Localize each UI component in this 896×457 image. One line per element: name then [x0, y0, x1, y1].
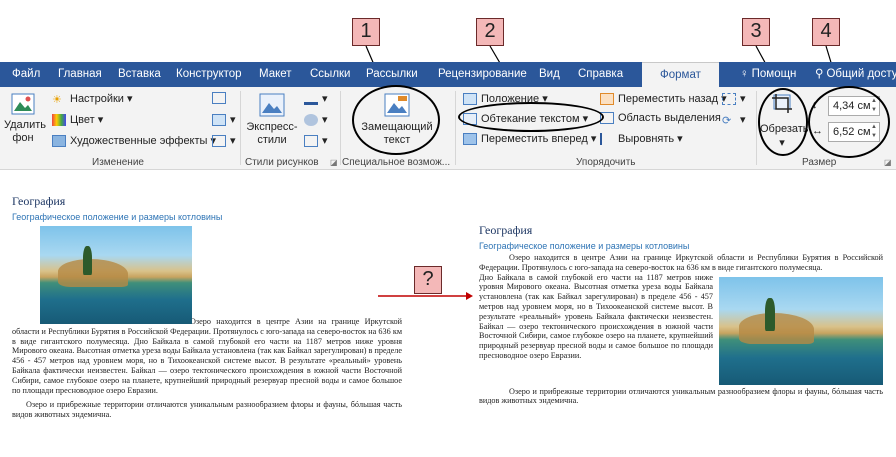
tab-layout[interactable]: Макет [259, 62, 292, 87]
tab-home[interactable]: Главная [58, 62, 102, 87]
tab-review[interactable]: Рецензирование [438, 62, 527, 87]
tell-me-label: Помощн [751, 68, 797, 80]
sun-icon: ☀ [52, 93, 62, 106]
quick-styles-icon [259, 93, 285, 117]
picture-border-button[interactable]: ▾ [304, 92, 328, 105]
position-icon [463, 92, 477, 105]
paragraph-2: Озеро и прибрежные территории отличаются… [479, 386, 883, 406]
change-picture-button[interactable]: ▾ [212, 113, 236, 126]
tab-insert[interactable]: Вставка [118, 62, 161, 87]
separator [340, 91, 341, 165]
artistic-effects-label: Художественные эффекты [70, 134, 208, 147]
document-subtitle: Географическое положение и размеры котло… [12, 212, 223, 222]
tab-help[interactable]: Справка [578, 62, 623, 87]
callout-question: ? [414, 266, 442, 294]
color-button[interactable]: Цвет ▾ [52, 113, 103, 126]
document-subtitle: Географическое положение и размеры котло… [479, 241, 690, 251]
align-label: Выровнять [618, 132, 675, 145]
lake-photo[interactable] [40, 226, 192, 324]
group-label-picture-styles: Стили рисунков [245, 157, 319, 168]
tab-view[interactable]: Вид [539, 62, 560, 87]
selection-pane-label: Область выделения [618, 112, 721, 124]
highlight-size [808, 86, 890, 158]
color-palette-icon [52, 113, 66, 126]
separator [756, 91, 757, 165]
separator [455, 91, 456, 165]
highlight-alt-text [352, 85, 440, 155]
picture-styles-launcher-icon[interactable]: ◪ [330, 158, 338, 167]
group-label-arrange: Упорядочить [576, 157, 636, 168]
tab-format[interactable]: Формат [642, 62, 719, 87]
separator [240, 91, 241, 165]
group-label-accessibility: Специальное возмож... [342, 157, 451, 168]
group-label-change: Изменение [92, 157, 144, 168]
compress-pictures-button[interactable] [212, 92, 230, 104]
lightbulb-icon: ♀ [740, 68, 749, 80]
corrections-button[interactable]: ☀ Настройки ▾ [52, 92, 133, 106]
document-before: География Географическое положение и раз… [12, 194, 402, 420]
paragraph-1: Озеро находится в центре Азии на границе… [12, 317, 402, 395]
tab-design[interactable]: Конструктор [176, 62, 242, 87]
tab-share[interactable]: ⚲ Общий досту [815, 62, 896, 87]
selection-pane-button[interactable]: Область выделения [600, 112, 721, 124]
quick-styles-label: Экспресс- стили [246, 121, 298, 146]
artistic-effects-icon [52, 134, 66, 147]
send-backward-button[interactable]: Переместить назад ▾ [600, 92, 727, 105]
bring-forward-label: Переместить вперед [481, 132, 588, 145]
layout-icon [304, 134, 318, 147]
align-button[interactable]: Выровнять ▾ [600, 132, 683, 145]
bring-forward-button[interactable]: Переместить вперед ▾ [463, 132, 596, 145]
artistic-effects-button[interactable]: Художественные эффекты ▾ [52, 134, 216, 147]
align-icon [600, 132, 614, 145]
tab-tell-me[interactable]: ♀ Помощн [740, 62, 796, 87]
send-backward-label: Переместить назад [618, 92, 719, 105]
tab-file[interactable]: Файл [12, 62, 40, 87]
group-icon [722, 92, 736, 105]
callout-3: 3 [742, 18, 770, 46]
pen-icon [304, 93, 318, 105]
size-launcher-icon[interactable]: ◪ [884, 158, 892, 167]
send-backward-icon [600, 92, 614, 105]
group-label-size: Размер [802, 157, 837, 168]
quick-styles-button[interactable]: Экспресс- стили [246, 91, 298, 153]
callout-1: 1 [352, 18, 380, 46]
effects-icon [304, 113, 318, 126]
document-after: География Географическое положение и раз… [479, 223, 883, 406]
color-label: Цвет [70, 113, 95, 126]
paragraph-2: Озеро и прибрежные территории отличаются… [12, 400, 402, 420]
highlight-crop [758, 88, 808, 156]
picture-effects-button[interactable]: ▾ [304, 113, 328, 126]
reset-picture-button[interactable]: ▾ [212, 134, 236, 147]
remove-background-icon [11, 93, 35, 115]
callout-4: 4 [812, 18, 840, 46]
document-title: География [479, 223, 533, 237]
lake-photo[interactable] [719, 276, 883, 385]
tab-mailings[interactable]: Рассылки [366, 62, 418, 87]
ribbon-tab-bar: Файл Главная Вставка Конструктор Макет С… [0, 62, 896, 87]
compress-icon [212, 92, 226, 104]
document-title: География [12, 194, 66, 208]
callout-2: 2 [476, 18, 504, 46]
reset-picture-icon [212, 134, 226, 147]
remove-background-button[interactable]: Удалить фон [4, 91, 46, 153]
group-objects-button[interactable]: ▾ [722, 92, 746, 105]
share-label: Общий досту [826, 68, 896, 80]
rotate-icon: ⟳ [722, 114, 732, 127]
remove-background-label: Удалить фон [4, 119, 46, 144]
person-icon: ⚲ [815, 68, 824, 80]
change-picture-icon [212, 113, 226, 126]
paragraph-1-top: Озеро находится в центре Азии на границе… [479, 253, 883, 272]
highlight-wrap-text [458, 102, 604, 132]
bring-forward-icon [463, 132, 477, 145]
tab-references[interactable]: Ссылки [310, 62, 351, 87]
rotate-button[interactable]: ⟳ ▾ [722, 113, 746, 127]
picture-layout-button[interactable]: ▾ [304, 134, 328, 147]
corrections-label: Настройки [70, 92, 124, 105]
